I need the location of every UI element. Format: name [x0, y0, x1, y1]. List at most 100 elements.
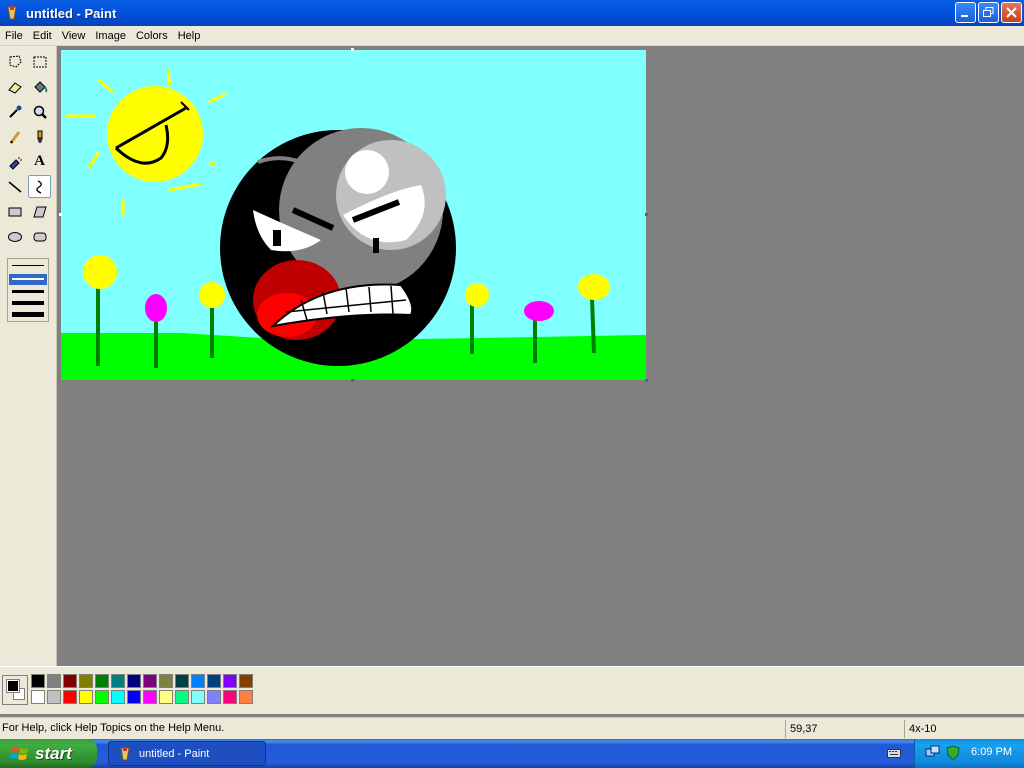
eyedropper-icon [8, 105, 21, 118]
color-swatch[interactable] [191, 690, 205, 704]
magnifier-tool[interactable] [28, 100, 51, 123]
free-form-select-tool[interactable] [3, 50, 26, 73]
menu-edit[interactable]: Edit [28, 30, 57, 42]
status-selection-size: 4x-10 [904, 720, 1022, 738]
color-swatch[interactable] [127, 674, 141, 688]
resize-handle-right[interactable] [645, 213, 648, 216]
foreground-color [6, 679, 20, 693]
color-swatch[interactable] [111, 690, 125, 704]
windows-logo-icon [10, 746, 28, 760]
polygon-tool[interactable] [28, 200, 51, 223]
color-swatch[interactable] [143, 690, 157, 704]
color-swatch[interactable] [47, 690, 61, 704]
color-swatch[interactable] [159, 690, 173, 704]
rectangle-icon [8, 207, 21, 216]
curve-tool[interactable] [28, 175, 51, 198]
window-title: untitled - Paint [26, 5, 117, 21]
menu-colors[interactable]: Colors [131, 30, 173, 42]
fill-with-color-tool[interactable] [28, 75, 51, 98]
clock: 6:09 PM [971, 746, 1012, 758]
rounded-rectangle-tool[interactable] [28, 225, 51, 248]
drawing-canvas[interactable] [61, 50, 646, 380]
pencil-icon [9, 130, 20, 144]
rectangle-select-icon [33, 56, 46, 67]
airbrush-tool[interactable] [3, 150, 26, 173]
color-swatch[interactable] [95, 690, 109, 704]
pick-color-tool[interactable] [3, 100, 26, 123]
ellipse-icon [7, 231, 22, 242]
color-swatch[interactable] [31, 690, 45, 704]
brush-tool[interactable] [28, 125, 51, 148]
color-swatch[interactable] [239, 674, 253, 688]
minimize-button[interactable] [955, 2, 976, 23]
line-width-4[interactable] [12, 301, 44, 305]
status-bar: For Help, click Help Topics on the Help … [0, 717, 1024, 739]
color-box [0, 666, 1024, 714]
color-swatch[interactable] [127, 690, 141, 704]
text-tool[interactable]: A [28, 150, 51, 173]
status-coordinates: 59,37 [785, 720, 903, 738]
airbrush-icon [8, 156, 22, 170]
current-colors [2, 675, 28, 705]
resize-handle-bottom[interactable] [351, 379, 354, 382]
line-width-3[interactable] [12, 290, 44, 293]
line-width-1[interactable] [12, 265, 44, 266]
color-swatch[interactable] [63, 690, 77, 704]
keyboard-icon[interactable] [887, 747, 901, 759]
resize-handle-left [59, 213, 62, 216]
polygon-icon [32, 206, 47, 217]
color-swatch[interactable] [207, 690, 221, 704]
rectangle-select-tool[interactable] [28, 50, 51, 73]
line-width-5[interactable] [12, 312, 44, 317]
taskbar-item-paint[interactable]: untitled - Paint [108, 741, 266, 766]
ellipse-tool[interactable] [3, 225, 26, 248]
menu-view[interactable]: View [57, 30, 91, 42]
pencil-tool[interactable] [3, 125, 26, 148]
color-swatch[interactable] [63, 674, 77, 688]
color-swatch[interactable] [207, 674, 221, 688]
rounded-rectangle-icon [33, 232, 46, 241]
text-tool-icon: A [34, 153, 45, 169]
color-swatch[interactable] [79, 674, 93, 688]
color-swatch[interactable] [175, 690, 189, 704]
start-label: start [35, 743, 72, 763]
eraser-tool[interactable] [3, 75, 26, 98]
paint-app-icon [120, 746, 130, 760]
line-width-2[interactable] [12, 278, 44, 280]
brush-icon [36, 130, 43, 143]
color-swatch[interactable] [111, 674, 125, 688]
line-tool[interactable] [3, 175, 26, 198]
resize-handle-bottom-right[interactable] [645, 379, 648, 382]
rectangle-tool[interactable] [3, 200, 26, 223]
close-button[interactable] [1001, 2, 1022, 23]
color-swatch[interactable] [95, 674, 109, 688]
line-icon [8, 180, 21, 193]
color-swatch[interactable] [143, 674, 157, 688]
network-icon[interactable] [925, 745, 941, 761]
minimize-icon [961, 15, 968, 17]
free-form-select-icon [9, 54, 22, 68]
color-swatch[interactable] [31, 674, 45, 688]
title-bar: untitled - Paint [0, 0, 1024, 26]
eraser-icon [7, 81, 22, 94]
menu-file[interactable]: File [0, 30, 28, 42]
color-swatch[interactable] [223, 674, 237, 688]
menu-help[interactable]: Help [173, 30, 206, 42]
line-width-options [7, 258, 49, 322]
paint-bucket-icon [33, 80, 47, 93]
color-swatch[interactable] [159, 674, 173, 688]
restore-icon [983, 7, 994, 17]
color-swatch[interactable] [79, 690, 93, 704]
menu-image[interactable]: Image [90, 30, 131, 42]
color-swatch[interactable] [191, 674, 205, 688]
color-swatch[interactable] [223, 690, 237, 704]
menu-bar: File Edit View Image Colors Help [0, 26, 1024, 46]
color-swatch[interactable] [175, 674, 189, 688]
security-shield-icon[interactable] [945, 745, 961, 761]
color-swatch[interactable] [239, 690, 253, 704]
color-swatch[interactable] [47, 674, 61, 688]
restore-button[interactable] [978, 2, 999, 23]
paint-app-icon [7, 6, 17, 20]
system-tray: 6:09 PM [914, 739, 1024, 768]
start-button[interactable]: start [0, 739, 97, 768]
